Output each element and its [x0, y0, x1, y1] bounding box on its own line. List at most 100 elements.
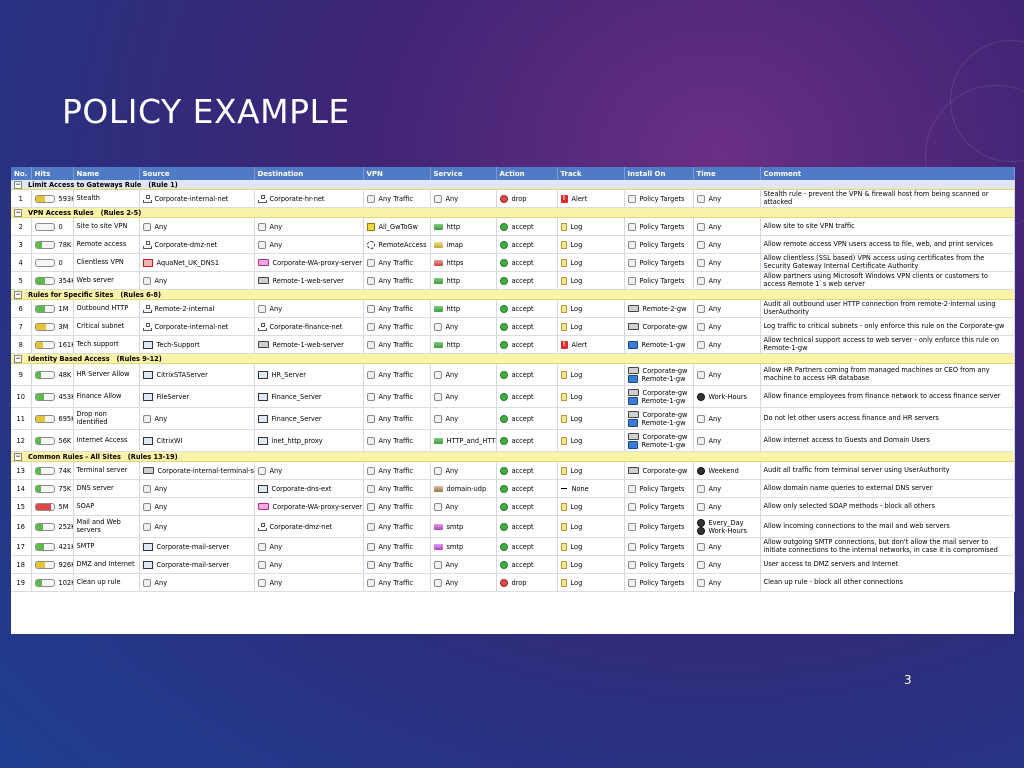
- action-cell[interactable]: accept: [496, 235, 558, 254]
- destination-cell[interactable]: HR_Server: [254, 363, 364, 386]
- install-cell[interactable]: Corporate-gw Remote-1-gw: [624, 363, 694, 386]
- install-cell[interactable]: Policy Targets: [624, 573, 694, 592]
- vpn-cell[interactable]: Any Traffic: [363, 363, 431, 386]
- comment-cell[interactable]: Clean up rule - block all other connecti…: [760, 573, 1015, 592]
- collapse-toggle-icon[interactable]: −: [14, 452, 22, 461]
- install-cell[interactable]: Corporate-gw Remote-1-gw: [624, 407, 694, 430]
- action-cell[interactable]: accept: [496, 537, 558, 556]
- column-header[interactable]: No.: [11, 167, 32, 180]
- vpn-cell[interactable]: Any Traffic: [363, 573, 431, 592]
- comment-cell[interactable]: Allow technical support access to web se…: [760, 335, 1015, 354]
- comment-cell[interactable]: Allow remote access VPN users access to …: [760, 235, 1015, 254]
- column-header[interactable]: Destination: [254, 167, 364, 180]
- rule-name[interactable]: Tech support: [73, 335, 140, 354]
- time-cell[interactable]: Any: [693, 537, 761, 556]
- column-header[interactable]: Action: [496, 167, 558, 180]
- time-cell[interactable]: Any: [693, 189, 761, 208]
- rule-row[interactable]: 7 3M Critical subnet Corporate-internal-net…: [11, 317, 1015, 336]
- track-cell[interactable]: None: [557, 479, 625, 498]
- install-cell[interactable]: Corporate-gw: [624, 317, 694, 336]
- destination-cell[interactable]: Corporate-WA-proxy-server: [254, 253, 364, 272]
- track-cell[interactable]: Log: [557, 573, 625, 592]
- install-cell[interactable]: Remote-1-gw: [624, 335, 694, 354]
- track-cell[interactable]: Log: [557, 537, 625, 556]
- action-cell[interactable]: accept: [496, 461, 558, 480]
- comment-cell[interactable]: Allow outgoing SMTP connections, but don…: [760, 537, 1015, 556]
- vpn-cell[interactable]: Any Traffic: [363, 429, 431, 452]
- rule-name[interactable]: HR Server Allow: [73, 363, 140, 386]
- install-cell[interactable]: Policy Targets: [624, 537, 694, 556]
- time-cell[interactable]: Any: [693, 363, 761, 386]
- action-cell[interactable]: accept: [496, 555, 558, 574]
- action-cell[interactable]: accept: [496, 497, 558, 516]
- rule-name[interactable]: Finance Allow: [73, 385, 140, 408]
- service-cell[interactable]: http: [430, 335, 497, 354]
- comment-cell[interactable]: Allow only selected SOAP methods - block…: [760, 497, 1015, 516]
- vpn-cell[interactable]: Any Traffic: [363, 299, 431, 318]
- source-cell[interactable]: Remote-2-internal: [139, 299, 255, 318]
- time-cell[interactable]: Every_Day Work-Hours: [693, 515, 761, 538]
- destination-cell[interactable]: Any: [254, 461, 364, 480]
- destination-cell[interactable]: Any: [254, 537, 364, 556]
- service-cell[interactable]: smtp: [430, 515, 497, 538]
- comment-cell[interactable]: Audit all outbound user HTTP connection …: [760, 299, 1015, 318]
- section-header-row[interactable]: − Identity Based Access (Rules 9-12): [11, 353, 1015, 364]
- comment-cell[interactable]: Allow internet access to Guests and Doma…: [760, 429, 1015, 452]
- install-cell[interactable]: Policy Targets: [624, 555, 694, 574]
- time-cell[interactable]: Any: [693, 555, 761, 574]
- action-cell[interactable]: accept: [496, 317, 558, 336]
- comment-cell[interactable]: Allow clientless (SSL based) VPN access …: [760, 253, 1015, 272]
- action-cell[interactable]: accept: [496, 407, 558, 430]
- time-cell[interactable]: Any: [693, 407, 761, 430]
- rule-row[interactable]: 13 74K Terminal server Corporate-internal-t…: [11, 461, 1015, 480]
- service-cell[interactable]: Any: [430, 317, 497, 336]
- install-cell[interactable]: Corporate-gw: [624, 461, 694, 480]
- track-cell[interactable]: Log: [557, 555, 625, 574]
- source-cell[interactable]: Corporate-internal-net: [139, 189, 255, 208]
- comment-cell[interactable]: Log traffic to critical subnets - only e…: [760, 317, 1015, 336]
- track-cell[interactable]: Log: [557, 429, 625, 452]
- time-cell[interactable]: Any: [693, 479, 761, 498]
- column-header[interactable]: Source: [139, 167, 255, 180]
- column-header[interactable]: Install On: [624, 167, 694, 180]
- rule-name[interactable]: Remote access: [73, 235, 140, 254]
- column-header[interactable]: Track: [557, 167, 625, 180]
- rule-name[interactable]: Mail and Web servers: [73, 515, 140, 538]
- destination-cell[interactable]: Any: [254, 217, 364, 236]
- time-cell[interactable]: Any: [693, 235, 761, 254]
- vpn-cell[interactable]: Any Traffic: [363, 515, 431, 538]
- source-cell[interactable]: FileServer: [139, 385, 255, 408]
- service-cell[interactable]: HTTP_and_HTTP: [430, 429, 497, 452]
- track-cell[interactable]: Log: [557, 217, 625, 236]
- rule-name[interactable]: Internet Access: [73, 429, 140, 452]
- install-cell[interactable]: Policy Targets: [624, 235, 694, 254]
- column-header[interactable]: Service: [430, 167, 497, 180]
- destination-cell[interactable]: Corporate-dmz-net: [254, 515, 364, 538]
- install-cell[interactable]: Policy Targets: [624, 217, 694, 236]
- comment-cell[interactable]: Allow partners using Microsoft Windows V…: [760, 271, 1015, 290]
- comment-cell[interactable]: Allow incoming connections to the mail a…: [760, 515, 1015, 538]
- action-cell[interactable]: accept: [496, 299, 558, 318]
- action-cell[interactable]: accept: [496, 363, 558, 386]
- destination-cell[interactable]: Remote-1-web-server: [254, 271, 364, 290]
- source-cell[interactable]: AquaNet_UK_DNS1: [139, 253, 255, 272]
- section-header-row[interactable]: − Limit Access to Gateways Rule (Rule 1): [11, 180, 1015, 190]
- install-cell[interactable]: Policy Targets: [624, 253, 694, 272]
- vpn-cell[interactable]: Any Traffic: [363, 385, 431, 408]
- install-cell[interactable]: Policy Targets: [624, 515, 694, 538]
- destination-cell[interactable]: Corporate-hr-net: [254, 189, 364, 208]
- collapse-toggle-icon[interactable]: −: [14, 354, 22, 363]
- service-cell[interactable]: http: [430, 299, 497, 318]
- source-cell[interactable]: Corporate-internal-terminal-se: [139, 461, 255, 480]
- section-header-row[interactable]: − Rules for Specific Sites (Rules 6-8): [11, 289, 1015, 300]
- rule-row[interactable]: 19 102KClean up rule Any Any Any Traffic Any d…: [11, 573, 1015, 592]
- source-cell[interactable]: Any: [139, 217, 255, 236]
- service-cell[interactable]: Any: [430, 189, 497, 208]
- action-cell[interactable]: accept: [496, 253, 558, 272]
- column-header[interactable]: Hits: [31, 167, 74, 180]
- track-cell[interactable]: Log: [557, 363, 625, 386]
- rule-row[interactable]: 4 0 Clientless VPN AquaNet_UK_DNS1 Corporate…: [11, 253, 1015, 272]
- vpn-cell[interactable]: Any Traffic: [363, 407, 431, 430]
- source-cell[interactable]: Any: [139, 497, 255, 516]
- track-cell[interactable]: Log: [557, 385, 625, 408]
